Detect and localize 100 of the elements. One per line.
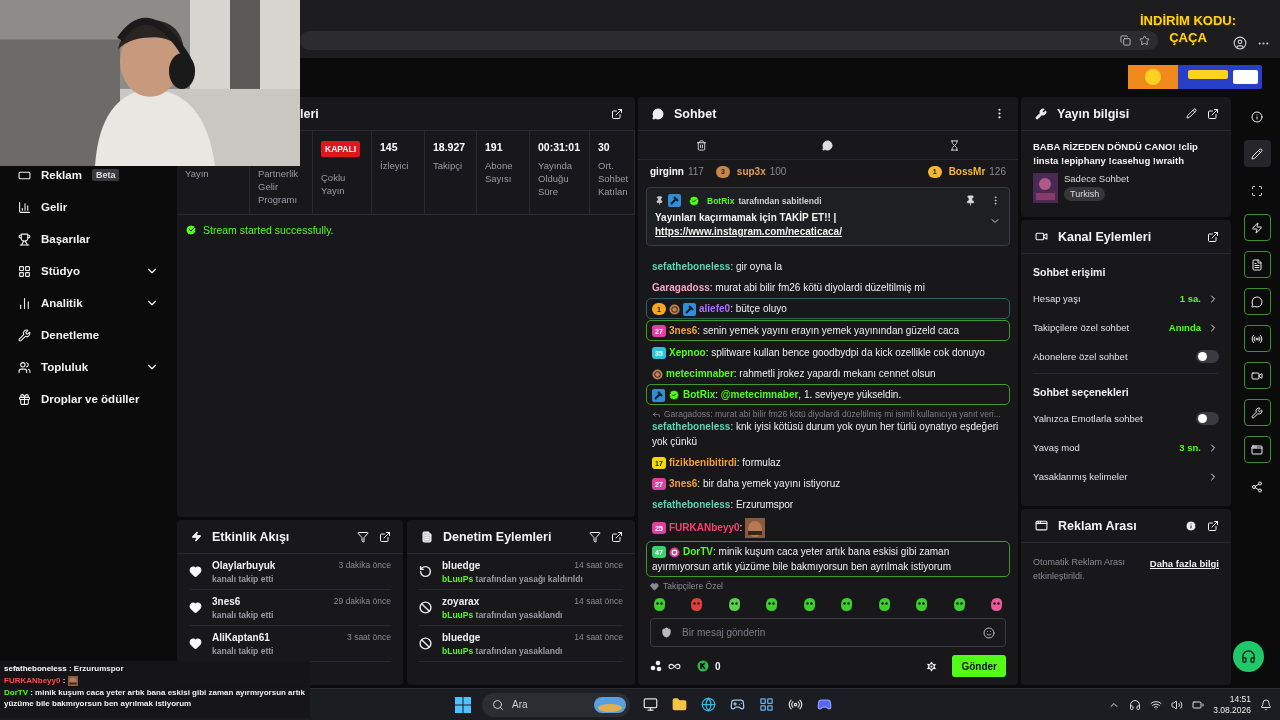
moderator-name[interactable]: bLuuPs [442,573,474,584]
rail-button[interactable] [1243,325,1271,352]
emote-icon[interactable] [914,597,930,612]
info-icon[interactable] [1185,519,1197,532]
battery-icon[interactable] [1192,698,1205,711]
popout-icon[interactable] [611,107,623,120]
reader-icon[interactable] [1120,35,1131,46]
category-name[interactable]: Sadece Sohbet [1064,173,1129,184]
emote-icon[interactable] [951,597,967,612]
chat-username[interactable]: FURKANbeyy0 [669,521,740,533]
rail-button[interactable] [1243,251,1271,278]
moderator-name[interactable]: bLuuPs [442,645,474,656]
follower-name[interactable]: 3nes6 [212,595,241,607]
wifi-icon[interactable] [1150,698,1163,711]
unpin-icon[interactable] [965,195,976,206]
setting-row[interactable]: Hesap yaşı 1 sa. [1033,284,1219,313]
popout-icon[interactable] [1207,230,1219,243]
emote-icon[interactable] [652,597,667,612]
emoji-icon[interactable] [983,626,995,639]
chat-message: Garagadoss: murat abi bilir fm26 kötü diyolardi düzeltilmiş mi [652,281,926,295]
chat-username[interactable]: DorTV [683,546,713,557]
chat-bubble-icon[interactable] [822,139,834,151]
ban-icon [419,601,432,614]
bookmark-star-icon[interactable] [1139,35,1150,46]
filter-icon[interactable] [357,530,369,543]
rail-button[interactable] [1243,214,1271,241]
sidebar-item[interactable]: Reklam Beta [0,168,177,182]
volume-icon[interactable] [1171,698,1184,711]
leaderboard-name[interactable]: girginn [650,166,684,177]
popout-icon[interactable] [379,530,391,543]
chat-username[interactable]: Garagadoss [652,282,710,293]
moderator-name[interactable]: bLuuPs [442,609,474,620]
setting-row[interactable]: Yavaş mod 3 sn. [1033,433,1219,462]
instagram-link[interactable]: https://www.instagram.com/necaticaca/ [655,226,842,237]
sidebar-item[interactable]: Stüdyo [0,264,177,278]
sidebar-item[interactable]: Başarılar [0,232,177,246]
popout-icon[interactable] [1207,107,1219,120]
language-tag[interactable]: Turkish [1064,187,1106,201]
app-icon[interactable] [757,695,775,714]
send-button[interactable]: Gönder [952,655,1006,677]
user-name[interactable]: bluedge [442,559,481,571]
filter-icon[interactable] [589,530,601,543]
toggle-switch[interactable] [1196,412,1219,425]
message-input[interactable]: Bir mesaj gönderin [680,626,975,639]
sidebar-item[interactable]: Analitik [0,296,177,310]
user-name[interactable]: bluedge [442,631,481,643]
emote-icon[interactable] [988,597,1004,612]
learn-more-link[interactable]: Daha fazla bilgi [1149,558,1219,569]
chat-username[interactable]: Xepnoo [669,347,706,358]
toggle-switch[interactable] [1196,350,1219,363]
setting-row[interactable]: Takipçilere özel sohbet Anında [1033,313,1219,342]
follower-name[interactable]: AliKaptan61 [212,631,270,643]
rail-button[interactable] [1243,288,1271,315]
search-field[interactable]: Ara [510,698,588,711]
browser-icon[interactable] [699,695,717,714]
profile-icon[interactable] [1233,36,1247,50]
sidebar-item[interactable]: Droplar ve ödüller [0,392,177,406]
chat-username[interactable]: metecimnaber [666,368,734,379]
follower-name[interactable]: Olaylarbuyuk [212,559,276,571]
emote-icon[interactable] [689,597,705,612]
task-view-icon[interactable] [641,695,659,714]
rail-button[interactable] [1243,140,1271,167]
popout-icon[interactable] [1207,519,1219,532]
taskbar-clock[interactable]: 14:51 3.08.2026 [1213,693,1251,716]
emote-icon[interactable] [726,597,742,612]
emote-icon[interactable] [764,597,780,612]
settings-icon[interactable] [925,659,939,673]
panel-title: Yayın bilgisi [1057,106,1131,121]
sidebar-item[interactable]: Topluluk [0,360,177,374]
emote-icon[interactable] [839,597,855,612]
emote-icon[interactable] [801,597,817,612]
rail-button[interactable] [1243,436,1271,463]
start-icon[interactable] [455,696,471,713]
sidebar-item[interactable]: Denetleme [0,328,177,342]
user-name[interactable]: zoyarax [442,595,480,607]
sidebar-icon [18,328,31,342]
rail-button[interactable] [1243,362,1271,389]
notification-icon[interactable] [1260,698,1272,711]
trash-icon[interactable] [695,139,707,151]
pinned-by-name[interactable]: BotRix [707,195,735,206]
hourglass-icon[interactable] [949,139,961,151]
sidebar-item[interactable]: Gelir [0,200,177,214]
search-box[interactable]: Ara [482,692,630,717]
headset-icon[interactable] [1129,698,1142,711]
setting-row[interactable]: Yasaklanmış kelimeler [1033,462,1219,491]
setting-row[interactable]: Yalnızca Emotlarla sohbet [1033,404,1219,433]
rail-button[interactable] [1243,399,1271,426]
reply-preview[interactable]: Garagadoss: murat abi bilir fm26 kötü diyolardi düzeltilmiş mi isimli kullanıcıya yanıt veri... [664,409,1001,419]
mention-link[interactable]: @metecimnaber [720,389,799,400]
chat-username[interactable]: fizikbenibitirdi [669,457,737,468]
support-button[interactable] [1233,641,1264,672]
message-input-box[interactable]: Bir mesaj gönderin [650,618,1006,647]
emote-icon[interactable] [876,597,892,612]
leaderboard-name[interactable]: BossMr [948,166,986,177]
popout-icon[interactable] [611,530,623,543]
panel-title: leri [300,106,320,121]
edit-icon[interactable] [1186,108,1197,119]
setting-row[interactable]: Abonelere özel sohbet [1033,342,1219,371]
ban-icon [419,637,432,650]
leaderboard-name[interactable]: sup3x [736,166,766,177]
